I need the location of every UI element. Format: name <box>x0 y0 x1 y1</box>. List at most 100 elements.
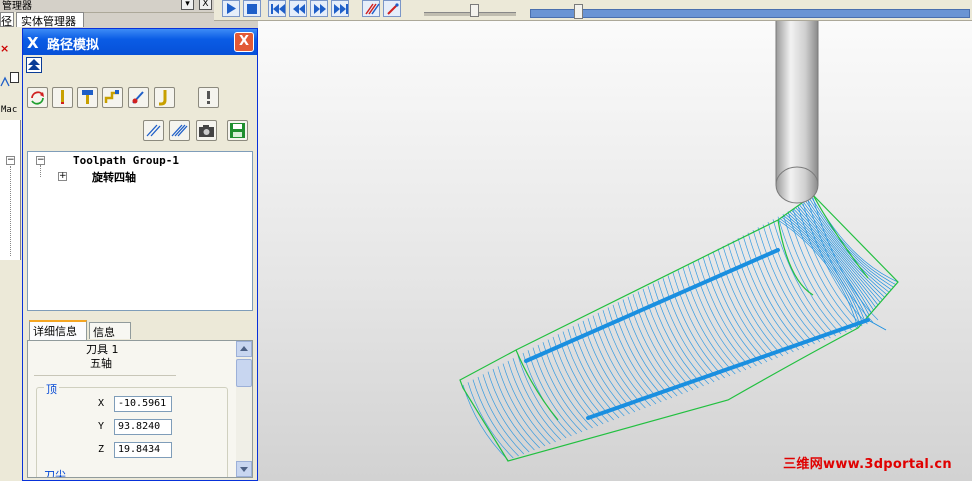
dialog-title: 路径模拟 <box>47 38 100 53</box>
toolpath-render <box>459 20 899 462</box>
cutter-icon <box>159 90 167 106</box>
screenshot-button[interactable] <box>196 120 217 141</box>
next-group-label: 刀尖 <box>44 469 66 478</box>
step-forward-icon <box>314 4 326 14</box>
color-cycle-button[interactable] <box>27 87 48 108</box>
z-label: Z <box>98 444 105 455</box>
toolpath-pass <box>552 336 604 425</box>
manager-tree: − <box>0 120 21 260</box>
manager-close-button[interactable]: X <box>199 0 212 10</box>
toolpath-outline <box>459 194 899 462</box>
fast-forward-icon <box>334 4 348 14</box>
play-button[interactable] <box>222 0 240 17</box>
toolpath-pass <box>542 342 593 429</box>
toolpath-pass <box>547 339 599 427</box>
details-scrollbar[interactable] <box>236 341 252 477</box>
settings-icon[interactable] <box>10 72 19 83</box>
tool-shape-icon <box>104 90 119 103</box>
x-label: X <box>98 398 105 409</box>
quick-verify-button[interactable] <box>143 120 164 141</box>
manager-side-label: Mac <box>1 105 18 115</box>
details-panel: 刀具 1 五轴 顶 X -10.5961 Y 93.8240 Z 19.8434… <box>27 340 253 478</box>
scroll-down-button[interactable] <box>236 461 252 477</box>
double-chevron-up-icon <box>28 59 40 70</box>
stop-button[interactable] <box>243 0 261 17</box>
z-value-field: 19.8434 <box>114 442 172 458</box>
manager-dropdown-button[interactable]: ▾ <box>181 0 194 10</box>
stop-icon <box>247 4 257 14</box>
rewind-icon <box>271 4 285 14</box>
tree-item-operation[interactable]: 旋转四轴 <box>92 169 136 185</box>
cutting-tool <box>775 20 819 204</box>
operation-toggle[interactable]: + <box>58 172 67 181</box>
simulation-viewport[interactable]: 三维网www.3dportal.cn <box>258 20 972 481</box>
toolpath-pass <box>527 350 577 435</box>
layer-icon[interactable] <box>0 76 10 91</box>
scroll-thumb[interactable] <box>236 359 252 387</box>
toolpath-display-icon <box>365 3 380 15</box>
axis-mode-label: 五轴 <box>90 357 112 370</box>
color-cycle-icon <box>31 91 44 105</box>
camera-icon <box>199 125 214 137</box>
rewind-button[interactable] <box>268 0 286 17</box>
step-back-button[interactable] <box>289 0 307 17</box>
dialog-close-button[interactable]: X <box>234 32 254 52</box>
tab-details[interactable]: 详细信息 <box>29 320 87 340</box>
manager-tab-entity[interactable]: 实体管理器 <box>16 12 84 28</box>
multi-lines-icon <box>171 124 188 137</box>
tab-info[interactable]: 信息 <box>89 322 131 339</box>
tool-display-icon <box>387 3 399 15</box>
dialog-titlebar[interactable]: X 路径模拟 X <box>23 29 257 55</box>
scroll-up-button[interactable] <box>236 341 252 357</box>
toolpath-tree: − Toolpath Group-1 + 旋转四轴 <box>27 151 253 311</box>
toolpath-display-button[interactable] <box>362 0 380 17</box>
show-all-paths-button[interactable] <box>169 120 190 141</box>
lines-icon <box>146 124 161 137</box>
toolpath-pass <box>707 254 768 363</box>
speed-slider-thumb[interactable] <box>470 4 479 17</box>
chevron-up-icon <box>240 346 248 351</box>
tool-shape-button[interactable] <box>102 87 123 108</box>
toolpath-pass <box>702 256 762 365</box>
show-tool-button[interactable] <box>52 87 73 108</box>
collapse-panel-button[interactable] <box>26 57 42 73</box>
manager-tab-toolpaths[interactable]: 径 <box>0 12 14 28</box>
tool-icon <box>61 90 64 104</box>
toolpath-mesh <box>462 194 899 461</box>
manager-title: 管理器 <box>2 1 32 12</box>
detail-tabs: 详细信息 信息 <box>27 320 253 340</box>
watermark: 三维网www.3dportal.cn <box>783 457 952 472</box>
exclamation-icon <box>207 91 210 104</box>
y-label: Y <box>98 421 105 432</box>
save-button[interactable] <box>227 120 248 141</box>
toolpath-pass <box>557 334 609 423</box>
x-value-field: -10.5961 <box>114 396 172 412</box>
manager-tree-toggle[interactable]: − <box>6 156 15 165</box>
playback-toolbar <box>214 0 972 21</box>
tool-path-color-button[interactable] <box>128 87 149 108</box>
path-simulation-dialog: X 路径模拟 X − Toolpath Group-1 + 旋转四轴 详细信息 … <box>22 28 258 481</box>
tree-item-toolpath-group[interactable]: Toolpath Group-1 <box>73 154 179 167</box>
toolpath-pass <box>522 352 572 437</box>
playback-progress-thumb[interactable] <box>574 4 583 19</box>
toolpath-pass <box>537 344 588 431</box>
playback-progress-bar[interactable] <box>530 9 970 18</box>
info-button[interactable] <box>198 87 219 108</box>
app-x-icon: X <box>27 34 39 52</box>
show-holder-button[interactable] <box>77 87 98 108</box>
y-value-field: 93.8240 <box>114 419 172 435</box>
chevron-down-icon <box>240 467 248 472</box>
close-x-icon[interactable]: × <box>0 42 9 55</box>
paint-tool-icon <box>132 91 144 104</box>
toolpath-pass <box>662 278 720 381</box>
position-group-label: 顶 <box>44 381 59 397</box>
play-icon <box>227 3 236 14</box>
group-toggle[interactable]: − <box>36 156 45 165</box>
tool-display-button[interactable] <box>383 0 401 17</box>
save-disk-icon <box>230 123 245 138</box>
cutter-button[interactable] <box>154 87 175 108</box>
fast-forward-button[interactable] <box>331 0 349 17</box>
step-back-icon <box>293 4 305 14</box>
toolpath-pass <box>517 355 567 439</box>
step-forward-button[interactable] <box>310 0 328 17</box>
